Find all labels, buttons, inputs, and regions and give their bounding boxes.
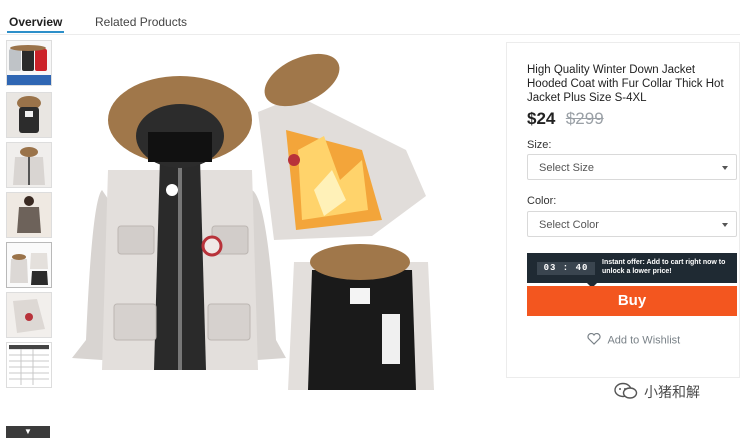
watermark-text: 小猪和解: [644, 385, 700, 401]
main-product-image[interactable]: [62, 40, 502, 400]
tab-overview[interactable]: Overview: [6, 15, 65, 33]
jacket-hood-thumbnail: [7, 93, 51, 137]
watermark: 小猪和解: [614, 380, 724, 402]
jackets-colors-thumbnail: [7, 41, 51, 85]
chevron-down-icon: ▼: [24, 427, 32, 436]
thumbnail-5[interactable]: [6, 242, 52, 288]
thumbnail-2[interactable]: [6, 92, 52, 138]
size-select-value: Select Size: [539, 162, 595, 174]
jacket-front-thumbnail: [7, 143, 51, 187]
size-label: Size:: [527, 139, 552, 151]
buy-button[interactable]: Buy: [527, 286, 737, 316]
add-to-wishlist-link[interactable]: Add to Wishlist: [587, 332, 681, 348]
color-label: Color:: [527, 195, 557, 207]
offer-countdown-timer: 03 : 40: [537, 262, 595, 275]
product-purchase-panel: High Quality Winter Down Jacket Hooded C…: [506, 42, 740, 378]
heart-icon: [587, 332, 601, 348]
thumbnail-1[interactable]: [6, 40, 52, 86]
wishlist-label: Add to Wishlist: [607, 334, 681, 347]
offer-text: Instant offer: Add to cart right now to …: [602, 259, 726, 275]
current-price: $24: [527, 109, 556, 128]
jacket-group-thumbnail: [7, 243, 51, 287]
jacket-model-thumbnail: [7, 193, 51, 237]
wechat-logo-icon: [614, 382, 638, 403]
tab-related-products[interactable]: Related Products: [95, 15, 187, 29]
color-select-value: Select Color: [539, 219, 599, 231]
thumbnail-7[interactable]: [6, 342, 52, 388]
jacket-lining-view: [288, 244, 434, 390]
thumbnail-3[interactable]: [6, 142, 52, 188]
size-chart-thumbnail: [7, 343, 51, 387]
thumbnail-6[interactable]: [6, 292, 52, 338]
color-select[interactable]: Select Color: [527, 211, 737, 237]
jacket-detail-thumbnail: [7, 293, 51, 337]
thumbnail-scroll-down-button[interactable]: ▼: [6, 426, 50, 438]
size-select[interactable]: Select Size: [527, 154, 737, 180]
product-tabs: Overview Related Products: [0, 0, 740, 35]
price-block: $24 $299: [527, 109, 604, 129]
instant-offer-banner: 03 : 40 Instant offer: Add to cart right…: [527, 253, 737, 288]
caret-down-icon: [722, 166, 728, 170]
caret-down-icon: [722, 223, 728, 227]
jacket-product-image: [72, 53, 434, 390]
thumbnail-4[interactable]: [6, 192, 52, 238]
original-price: $299: [565, 109, 604, 128]
jacket-front-view: [72, 76, 286, 370]
jacket-interior-view: [258, 53, 426, 240]
product-title: High Quality Winter Down Jacket Hooded C…: [527, 64, 724, 104]
